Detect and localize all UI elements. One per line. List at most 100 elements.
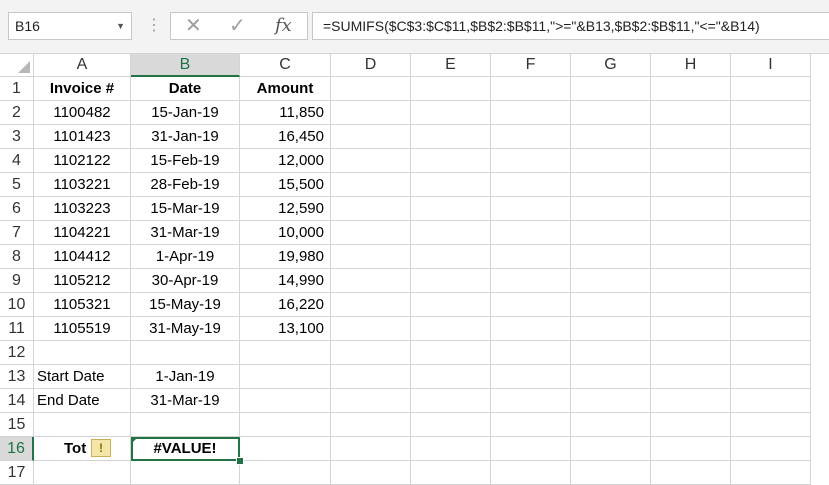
- cell[interactable]: [411, 77, 491, 101]
- cell[interactable]: [411, 125, 491, 149]
- cell[interactable]: [491, 437, 571, 461]
- cell[interactable]: [651, 125, 731, 149]
- cell[interactable]: [571, 197, 651, 221]
- date-cell[interactable]: 31-Mar-19: [131, 221, 240, 245]
- cell[interactable]: [731, 197, 811, 221]
- amount-cell[interactable]: 12,000: [240, 149, 331, 173]
- row-header-15[interactable]: 15: [0, 413, 34, 437]
- insert-function-icon[interactable]: fx: [275, 14, 292, 38]
- chevron-down-icon[interactable]: ▼: [116, 13, 125, 39]
- cell[interactable]: [331, 245, 411, 269]
- total-value-cell[interactable]: #VALUE!: [131, 437, 240, 461]
- cell[interactable]: [491, 317, 571, 341]
- row-header-7[interactable]: 7: [0, 221, 34, 245]
- cell[interactable]: [331, 389, 411, 413]
- cell[interactable]: [731, 317, 811, 341]
- cell[interactable]: [731, 101, 811, 125]
- column-header-e[interactable]: E: [411, 54, 491, 77]
- cell[interactable]: [571, 293, 651, 317]
- cell[interactable]: [491, 197, 571, 221]
- cell[interactable]: [651, 221, 731, 245]
- cell[interactable]: [491, 341, 571, 365]
- cell[interactable]: [331, 341, 411, 365]
- cell[interactable]: [731, 149, 811, 173]
- cell[interactable]: [571, 365, 651, 389]
- date-cell[interactable]: 30-Apr-19: [131, 269, 240, 293]
- cell[interactable]: [731, 389, 811, 413]
- cell[interactable]: [411, 413, 491, 437]
- cell[interactable]: [651, 245, 731, 269]
- row-header-14[interactable]: 14: [0, 389, 34, 413]
- header-invoice[interactable]: Invoice #: [34, 77, 131, 101]
- cell[interactable]: [411, 437, 491, 461]
- invoice-cell[interactable]: 1104412: [34, 245, 131, 269]
- cell[interactable]: [651, 341, 731, 365]
- column-header-b[interactable]: B: [131, 54, 240, 77]
- invoice-cell[interactable]: 1105519: [34, 317, 131, 341]
- cell[interactable]: [411, 365, 491, 389]
- cell[interactable]: [131, 341, 240, 365]
- cell[interactable]: [331, 437, 411, 461]
- cell[interactable]: [731, 245, 811, 269]
- cell[interactable]: [331, 317, 411, 341]
- cell[interactable]: [731, 413, 811, 437]
- cell[interactable]: [331, 293, 411, 317]
- cell[interactable]: [491, 245, 571, 269]
- amount-cell[interactable]: 13,100: [240, 317, 331, 341]
- row-header-8[interactable]: 8: [0, 245, 34, 269]
- cell[interactable]: [571, 221, 651, 245]
- row-header-6[interactable]: 6: [0, 197, 34, 221]
- cell[interactable]: [651, 413, 731, 437]
- cell[interactable]: [731, 173, 811, 197]
- cell[interactable]: [651, 77, 731, 101]
- amount-cell[interactable]: 12,590: [240, 197, 331, 221]
- column-header-a[interactable]: A: [34, 54, 131, 77]
- cancel-icon[interactable]: ✕: [185, 14, 202, 38]
- start-date-value[interactable]: 1-Jan-19: [131, 365, 240, 389]
- cell[interactable]: [411, 197, 491, 221]
- cell[interactable]: [331, 173, 411, 197]
- cell[interactable]: [331, 125, 411, 149]
- row-header-11[interactable]: 11: [0, 317, 34, 341]
- cell[interactable]: [571, 461, 651, 485]
- cell[interactable]: [651, 173, 731, 197]
- date-cell[interactable]: 28-Feb-19: [131, 173, 240, 197]
- cell[interactable]: [491, 125, 571, 149]
- row-header-12[interactable]: 12: [0, 341, 34, 365]
- cell[interactable]: [571, 341, 651, 365]
- header-amount[interactable]: Amount: [240, 77, 331, 101]
- cell[interactable]: [331, 149, 411, 173]
- cell[interactable]: [491, 269, 571, 293]
- cell[interactable]: [731, 461, 811, 485]
- total-label-cell[interactable]: Tot!: [34, 437, 131, 461]
- cell[interactable]: [34, 413, 131, 437]
- cell[interactable]: [651, 101, 731, 125]
- cell[interactable]: [731, 77, 811, 101]
- cell[interactable]: [731, 341, 811, 365]
- column-header-h[interactable]: H: [651, 54, 731, 77]
- cell[interactable]: [491, 389, 571, 413]
- cell[interactable]: [411, 149, 491, 173]
- cell[interactable]: [491, 461, 571, 485]
- date-cell[interactable]: 1-Apr-19: [131, 245, 240, 269]
- cell[interactable]: [651, 293, 731, 317]
- date-cell[interactable]: 31-May-19: [131, 317, 240, 341]
- invoice-cell[interactable]: 1102122: [34, 149, 131, 173]
- fill-handle[interactable]: [236, 457, 244, 465]
- cell[interactable]: [651, 365, 731, 389]
- row-header-5[interactable]: 5: [0, 173, 34, 197]
- row-header-4[interactable]: 4: [0, 149, 34, 173]
- formula-input[interactable]: =SUMIFS($C$3:$C$11,$B$2:$B$11,">="&B13,$…: [312, 12, 829, 40]
- cell[interactable]: [491, 173, 571, 197]
- cell[interactable]: [571, 77, 651, 101]
- cell[interactable]: [491, 101, 571, 125]
- cell[interactable]: [411, 245, 491, 269]
- cell[interactable]: [651, 437, 731, 461]
- date-cell[interactable]: 15-Mar-19: [131, 197, 240, 221]
- cell[interactable]: [331, 461, 411, 485]
- cell[interactable]: [331, 413, 411, 437]
- invoice-cell[interactable]: 1101423: [34, 125, 131, 149]
- more-options-icon[interactable]: ⋮: [146, 14, 162, 38]
- cell[interactable]: [571, 245, 651, 269]
- cell[interactable]: [411, 293, 491, 317]
